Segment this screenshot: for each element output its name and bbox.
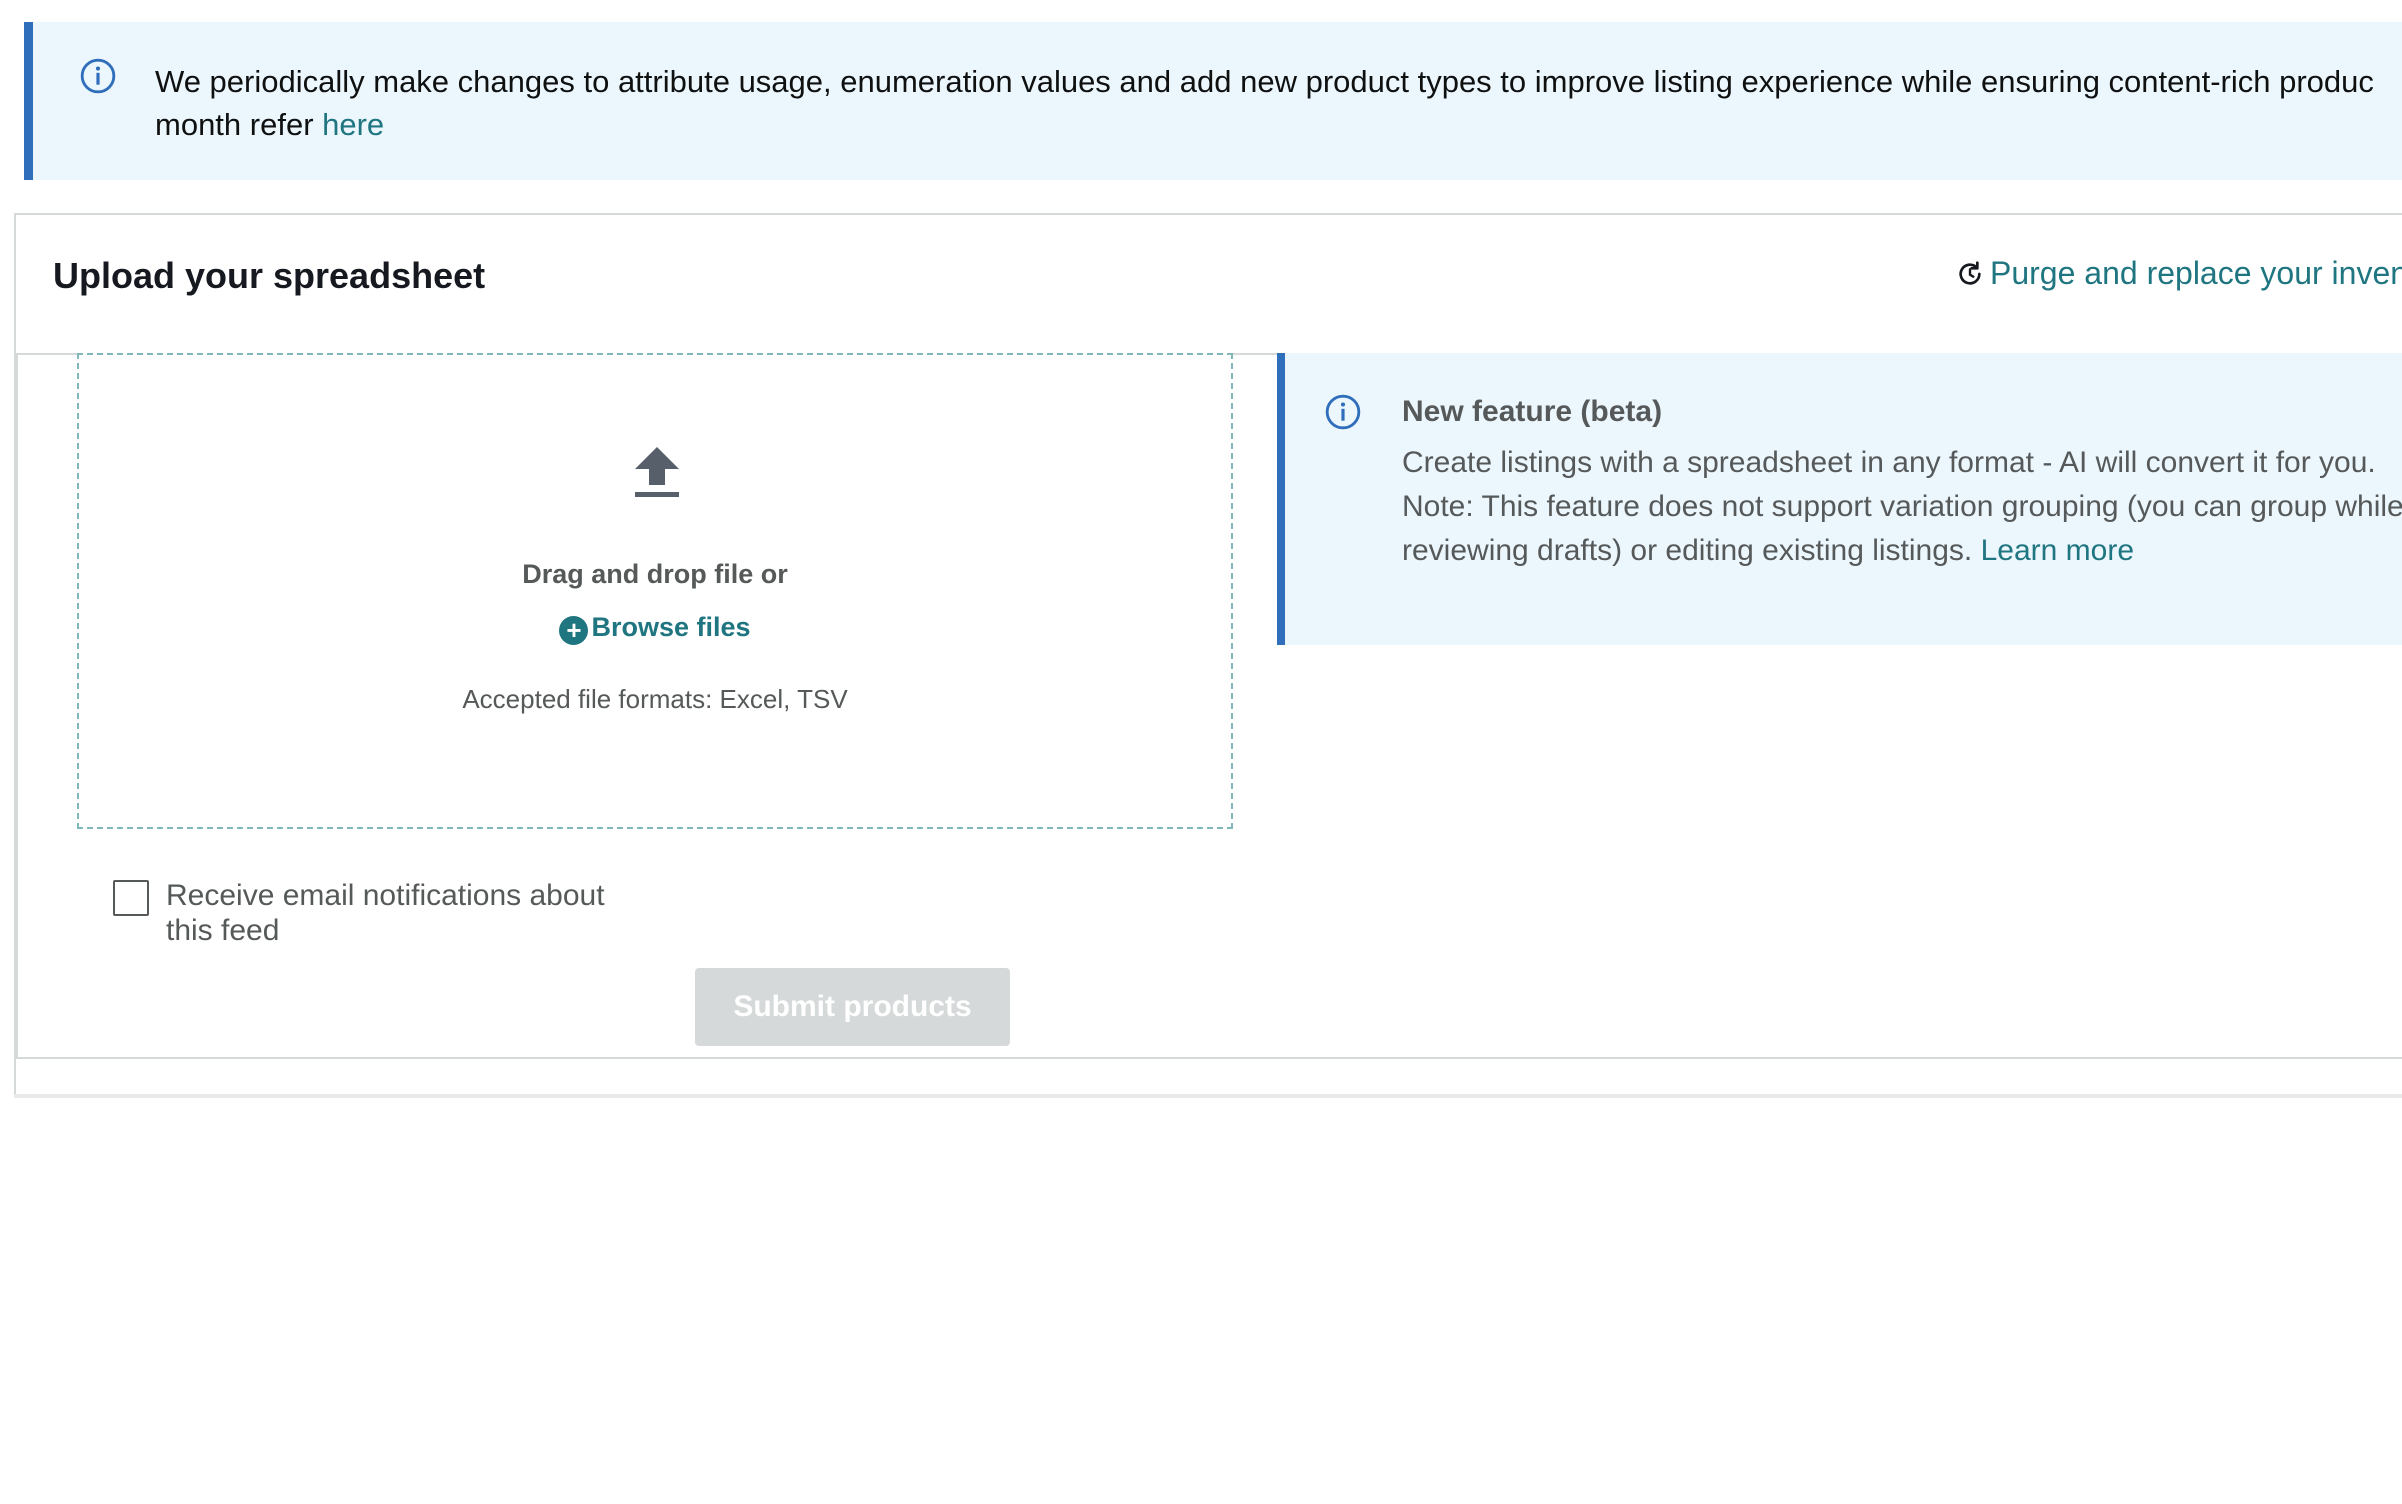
refresh-icon — [1959, 260, 1981, 285]
file-dropzone[interactable]: Drag and drop file or + Browse files Acce… — [77, 353, 1233, 829]
info-icon — [1325, 394, 1361, 430]
beta-feature-panel: New feature (beta) Create listings with … — [1277, 353, 2402, 645]
learn-more-link[interactable]: Learn more — [1981, 534, 2134, 567]
browse-files-button[interactable]: + Browse files — [79, 612, 1231, 645]
info-icon — [80, 58, 116, 94]
beta-description: Create listings with a spreadsheet in an… — [1402, 441, 2402, 573]
card-title: Upload your spreadsheet — [53, 255, 486, 296]
accepted-formats-text: Accepted file formats: Excel, TSV — [462, 684, 848, 714]
browse-files-label[interactable]: Browse files — [591, 612, 750, 642]
card-body: Drag and drop file or + Browse files Acce… — [16, 353, 2402, 1059]
email-notification-label[interactable]: Receive email notifications about this f… — [166, 878, 646, 948]
card-bottom-edge — [14, 1094, 2402, 1098]
email-notification-checkbox[interactable] — [113, 880, 149, 916]
upload-spreadsheet-card: Upload your spreadsheet Purge and replac… — [14, 213, 2402, 1097]
drag-drop-text: Drag and drop file or — [522, 559, 788, 589]
upload-icon — [635, 447, 679, 497]
plus-circle-icon: + — [559, 616, 589, 645]
email-notification-option[interactable]: Receive email notifications about this f… — [113, 878, 646, 948]
info-banner-line1: We periodically make changes to attribut… — [155, 64, 2374, 99]
purge-replace-link[interactable]: Purge and replace your invent — [1954, 255, 2402, 292]
info-banner-text: We periodically make changes to attribut… — [155, 60, 2402, 146]
info-banner-line2: month refer — [155, 107, 323, 142]
beta-title: New feature (beta) — [1402, 395, 1663, 428]
purge-replace-label[interactable]: Purge and replace your invent — [1990, 255, 2402, 292]
info-banner: We periodically make changes to attribut… — [24, 22, 2402, 180]
submit-products-button[interactable]: Submit products — [695, 968, 1010, 1046]
beta-description-text: Create listings with a spreadsheet in an… — [1402, 446, 2402, 567]
here-link[interactable]: here — [322, 107, 384, 142]
